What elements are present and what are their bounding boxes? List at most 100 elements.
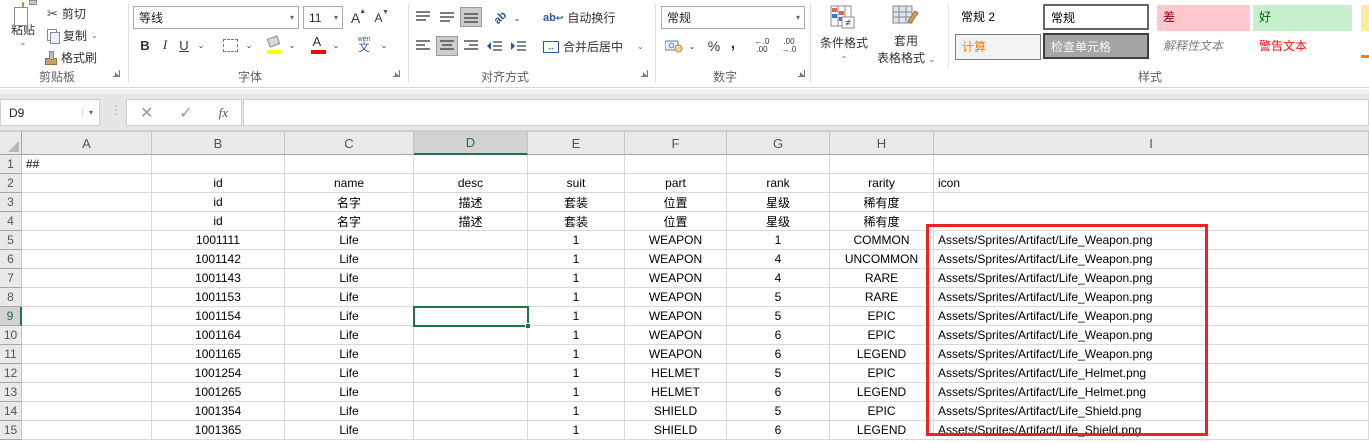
cell-H8[interactable]: RARE — [830, 288, 934, 307]
cell-F12[interactable]: HELMET — [625, 364, 727, 383]
column-header-E[interactable]: E — [528, 132, 625, 155]
number-format-combo[interactable]: 常规 ▾ — [661, 6, 805, 29]
borders-dropdown-arrow[interactable]: ⌄ — [243, 34, 255, 56]
copy-dropdown-arrow[interactable]: ⌄ — [91, 31, 98, 40]
cell-I3[interactable] — [934, 193, 1369, 212]
cell-style-calculation[interactable]: 计算 — [955, 34, 1041, 60]
cell-F5[interactable]: WEAPON — [625, 231, 727, 250]
cancel-icon[interactable]: ✕ — [140, 103, 153, 123]
decrease-decimal-button[interactable]: .00→.0 — [777, 36, 801, 56]
cell-style-linked-partial[interactable] — [1361, 34, 1369, 58]
name-box-dropdown-arrow[interactable]: ▾ — [82, 108, 99, 117]
cell-D13[interactable] — [414, 383, 528, 402]
comma-style-button[interactable]: , — [726, 34, 740, 54]
cell-G11[interactable]: 6 — [727, 345, 830, 364]
cell-G6[interactable]: 4 — [727, 250, 830, 269]
cell-H7[interactable]: RARE — [830, 269, 934, 288]
cell-H5[interactable]: COMMON — [830, 231, 934, 250]
column-header-A[interactable]: A — [22, 132, 152, 155]
column-header-H[interactable]: H — [830, 132, 934, 155]
cell-E1[interactable] — [528, 155, 625, 174]
cell-C5[interactable]: Life — [285, 231, 414, 250]
cell-B11[interactable]: 1001165 — [152, 345, 285, 364]
cell-F10[interactable]: WEAPON — [625, 326, 727, 345]
row-header-9[interactable]: 9 — [0, 307, 22, 326]
cell-E10[interactable]: 1 — [528, 326, 625, 345]
cell-B10[interactable]: 1001164 — [152, 326, 285, 345]
cell-C13[interactable]: Life — [285, 383, 414, 402]
cell-E3[interactable]: 套装 — [528, 193, 625, 212]
cell-G3[interactable]: 星级 — [727, 193, 830, 212]
phonetic-dropdown-arrow[interactable]: ⌄ — [378, 34, 390, 56]
cell-A1[interactable]: ## — [22, 155, 152, 174]
formula-bar-grip[interactable]: ⋮ — [110, 103, 122, 117]
cell-E15[interactable]: 1 — [528, 421, 625, 440]
cell-B15[interactable]: 1001365 — [152, 421, 285, 440]
orientation-dropdown-arrow[interactable]: ⌄ — [511, 8, 523, 28]
cell-I8[interactable]: Assets/Sprites/Artifact/Life_Weapon.png — [934, 288, 1369, 307]
percent-style-button[interactable]: % — [704, 36, 724, 56]
row-header-8[interactable]: 8 — [0, 288, 22, 307]
number-format-dropdown-arrow[interactable]: ▾ — [792, 13, 804, 22]
shrink-font-button[interactable]: A▲ — [370, 7, 394, 28]
cell-style-neutral-partial[interactable] — [1361, 5, 1369, 31]
merge-center-dropdown-arrow[interactable]: ⌄ — [637, 42, 644, 51]
cut-button[interactable]: ✂ 剪切 — [47, 4, 86, 23]
cell-C15[interactable]: Life — [285, 421, 414, 440]
cell-G13[interactable]: 6 — [727, 383, 830, 402]
cell-D2[interactable]: desc — [414, 174, 528, 193]
cell-I2[interactable]: icon — [934, 174, 1369, 193]
cell-A2[interactable] — [22, 174, 152, 193]
cell-A12[interactable] — [22, 364, 152, 383]
cell-B13[interactable]: 1001265 — [152, 383, 285, 402]
cell-A7[interactable] — [22, 269, 152, 288]
cell-H9[interactable]: EPIC — [830, 307, 934, 326]
increase-decimal-button[interactable]: ←.0.00 — [750, 36, 774, 56]
cell-C3[interactable]: 名字 — [285, 193, 414, 212]
cell-I15[interactable]: Assets/Sprites/Artifact/Life_Shield.png — [934, 421, 1369, 440]
cell-A11[interactable] — [22, 345, 152, 364]
row-header-12[interactable]: 12 — [0, 364, 22, 383]
cell-H11[interactable]: LEGEND — [830, 345, 934, 364]
cell-F6[interactable]: WEAPON — [625, 250, 727, 269]
cell-D6[interactable] — [414, 250, 528, 269]
underline-button[interactable]: U — [175, 34, 193, 56]
cell-D1[interactable] — [414, 155, 528, 174]
enter-icon[interactable]: ✓ — [179, 103, 192, 123]
cell-I14[interactable]: Assets/Sprites/Artifact/Life_Shield.png — [934, 402, 1369, 421]
cell-G5[interactable]: 1 — [727, 231, 830, 250]
merge-center-button[interactable]: ↔ 合并后居中 ⌄ — [543, 37, 644, 56]
cell-I12[interactable]: Assets/Sprites/Artifact/Life_Helmet.png — [934, 364, 1369, 383]
cell-I11[interactable]: Assets/Sprites/Artifact/Life_Weapon.png — [934, 345, 1369, 364]
cell-A13[interactable] — [22, 383, 152, 402]
cell-F1[interactable] — [625, 155, 727, 174]
cell-D10[interactable] — [414, 326, 528, 345]
wrap-text-button[interactable]: ab↩ 自动换行 — [543, 8, 615, 27]
row-header-3[interactable]: 3 — [0, 193, 22, 212]
cell-B5[interactable]: 1001111 — [152, 231, 285, 250]
cell-A3[interactable] — [22, 193, 152, 212]
cell-H10[interactable]: EPIC — [830, 326, 934, 345]
cell-F14[interactable]: SHIELD — [625, 402, 727, 421]
font-color-icon[interactable]: A — [308, 34, 328, 56]
italic-button[interactable]: I — [157, 34, 173, 56]
row-header-4[interactable]: 4 — [0, 212, 22, 231]
fill-color-dropdown-arrow[interactable]: ⌄ — [286, 34, 298, 56]
cell-B9[interactable]: 1001154 — [152, 307, 285, 326]
cell-A6[interactable] — [22, 250, 152, 269]
row-header-11[interactable]: 11 — [0, 345, 22, 364]
row-header-7[interactable]: 7 — [0, 269, 22, 288]
cell-G8[interactable]: 5 — [727, 288, 830, 307]
fill-color-icon[interactable] — [264, 34, 284, 56]
format-as-table-dropdown-arrow[interactable]: ⌄ — [928, 55, 935, 64]
format-as-table-button[interactable]: 套用 表格格式 ⌄ — [874, 3, 938, 67]
cell-style-warning[interactable]: 警告文本 — [1253, 34, 1352, 60]
cell-B3[interactable]: id — [152, 193, 285, 212]
cell-D14[interactable] — [414, 402, 528, 421]
font-size-dropdown-arrow[interactable]: ▾ — [330, 13, 342, 22]
cell-B2[interactable]: id — [152, 174, 285, 193]
accounting-format-icon[interactable] — [663, 36, 685, 56]
cell-C12[interactable]: Life — [285, 364, 414, 383]
cell-D9[interactable] — [414, 307, 528, 326]
cell-B14[interactable]: 1001354 — [152, 402, 285, 421]
